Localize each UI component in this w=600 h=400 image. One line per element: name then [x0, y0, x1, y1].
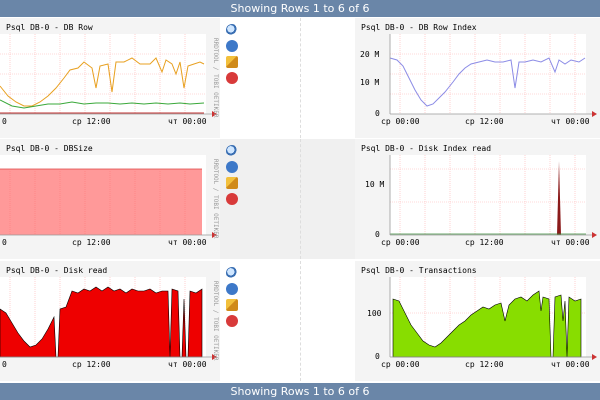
svg-text:ср 00:00: ср 00:00 [381, 238, 420, 247]
svg-text:ср 12:00: ср 12:00 [72, 360, 111, 369]
svg-text:0: 0 [2, 238, 7, 247]
graph-db-row[interactable]: 0 ср 12:00 чт 00:00 Psql DB-0 - DB Row R… [0, 18, 220, 138]
svg-text:10 M: 10 M [365, 180, 384, 189]
svg-text:ср 12:00: ср 12:00 [465, 117, 504, 126]
svg-text:чт 00:00: чт 00:00 [168, 117, 207, 126]
graph-title: Psql DB-0 - Transactions [361, 266, 477, 275]
pagination-header: Showing Rows 1 to 6 of 6 [0, 0, 600, 17]
graph-title: Psql DB-0 - Disk Index read [361, 144, 491, 153]
svg-text:ср 12:00: ср 12:00 [465, 360, 504, 369]
svg-text:ср 00:00: ср 00:00 [381, 360, 420, 369]
svg-text:RRDTOOL / TOBI OETIKER: RRDTOOL / TOBI OETIKER [212, 38, 219, 118]
zoom-icon[interactable] [226, 24, 238, 36]
graph-dbsize[interactable]: Psql DB-0 - DBSize 0 ср 12:00 чт 00:00 R… [0, 139, 220, 259]
svg-text:ср 12:00: ср 12:00 [465, 238, 504, 247]
graph-title: Psql DB-0 - DBSize [6, 144, 93, 153]
zoom-icon[interactable] [226, 145, 238, 157]
pagination-footer: Showing Rows 1 to 6 of 6 [0, 383, 600, 400]
graph-row: 0 ср 12:00 чт 00:00 Psql DB-0 - DB Row R… [0, 18, 600, 138]
svg-text:0: 0 [2, 117, 7, 126]
svg-text:0: 0 [375, 352, 380, 361]
svg-text:чт 00:00: чт 00:00 [551, 238, 590, 247]
svg-text:0: 0 [375, 109, 380, 118]
graph-transactions[interactable]: Psql DB-0 - Transactions 100 0 ср 00:00 … [355, 261, 600, 381]
svg-text:RRDTOOL / TOBI OETIKER: RRDTOOL / TOBI OETIKER [212, 159, 219, 239]
edit-icon[interactable] [226, 177, 238, 189]
graph-row: Psql DB-0 - Disk read 0 ср 12:00 чт 00:0… [0, 261, 600, 381]
svg-text:чт 00:00: чт 00:00 [168, 238, 207, 247]
info-icon[interactable] [226, 161, 238, 173]
svg-text:10 M: 10 M [360, 78, 379, 87]
svg-text:100: 100 [367, 309, 382, 318]
delete-icon[interactable] [226, 193, 238, 205]
graph-title: Psql DB-0 - Disk read [6, 266, 107, 275]
graph-row: Psql DB-0 - DBSize 0 ср 12:00 чт 00:00 R… [0, 139, 600, 259]
info-icon[interactable] [226, 40, 238, 52]
graph-title: Psql DB-0 - DB Row [6, 23, 93, 32]
svg-text:чт 00:00: чт 00:00 [168, 360, 207, 369]
svg-text:0: 0 [375, 230, 380, 239]
graph-title: Psql DB-0 - DB Row Index [361, 23, 477, 32]
graph-disk-read[interactable]: Psql DB-0 - Disk read 0 ср 12:00 чт 00:0… [0, 261, 220, 381]
svg-text:ср 00:00: ср 00:00 [381, 117, 420, 126]
delete-icon[interactable] [226, 72, 238, 84]
info-icon[interactable] [226, 283, 238, 295]
svg-text:0: 0 [2, 360, 7, 369]
svg-text:20 M: 20 M [360, 50, 379, 59]
delete-icon[interactable] [226, 315, 238, 327]
svg-text:чт 00:00: чт 00:00 [551, 360, 590, 369]
svg-text:чт 00:00: чт 00:00 [551, 117, 590, 126]
svg-text:ср 12:00: ср 12:00 [72, 117, 111, 126]
edit-icon[interactable] [226, 299, 238, 311]
zoom-icon[interactable] [226, 267, 238, 279]
graph-disk-index-read[interactable]: Psql DB-0 - Disk Index read 10 M 0 ср 00… [355, 139, 600, 259]
svg-text:RRDTOOL / TOBI OETIKER: RRDTOOL / TOBI OETIKER [212, 281, 219, 361]
svg-text:ср 12:00: ср 12:00 [72, 238, 111, 247]
graph-db-row-index[interactable]: Psql DB-0 - DB Row Index 20 M 10 M 0 ср … [355, 18, 600, 138]
edit-icon[interactable] [226, 56, 238, 68]
